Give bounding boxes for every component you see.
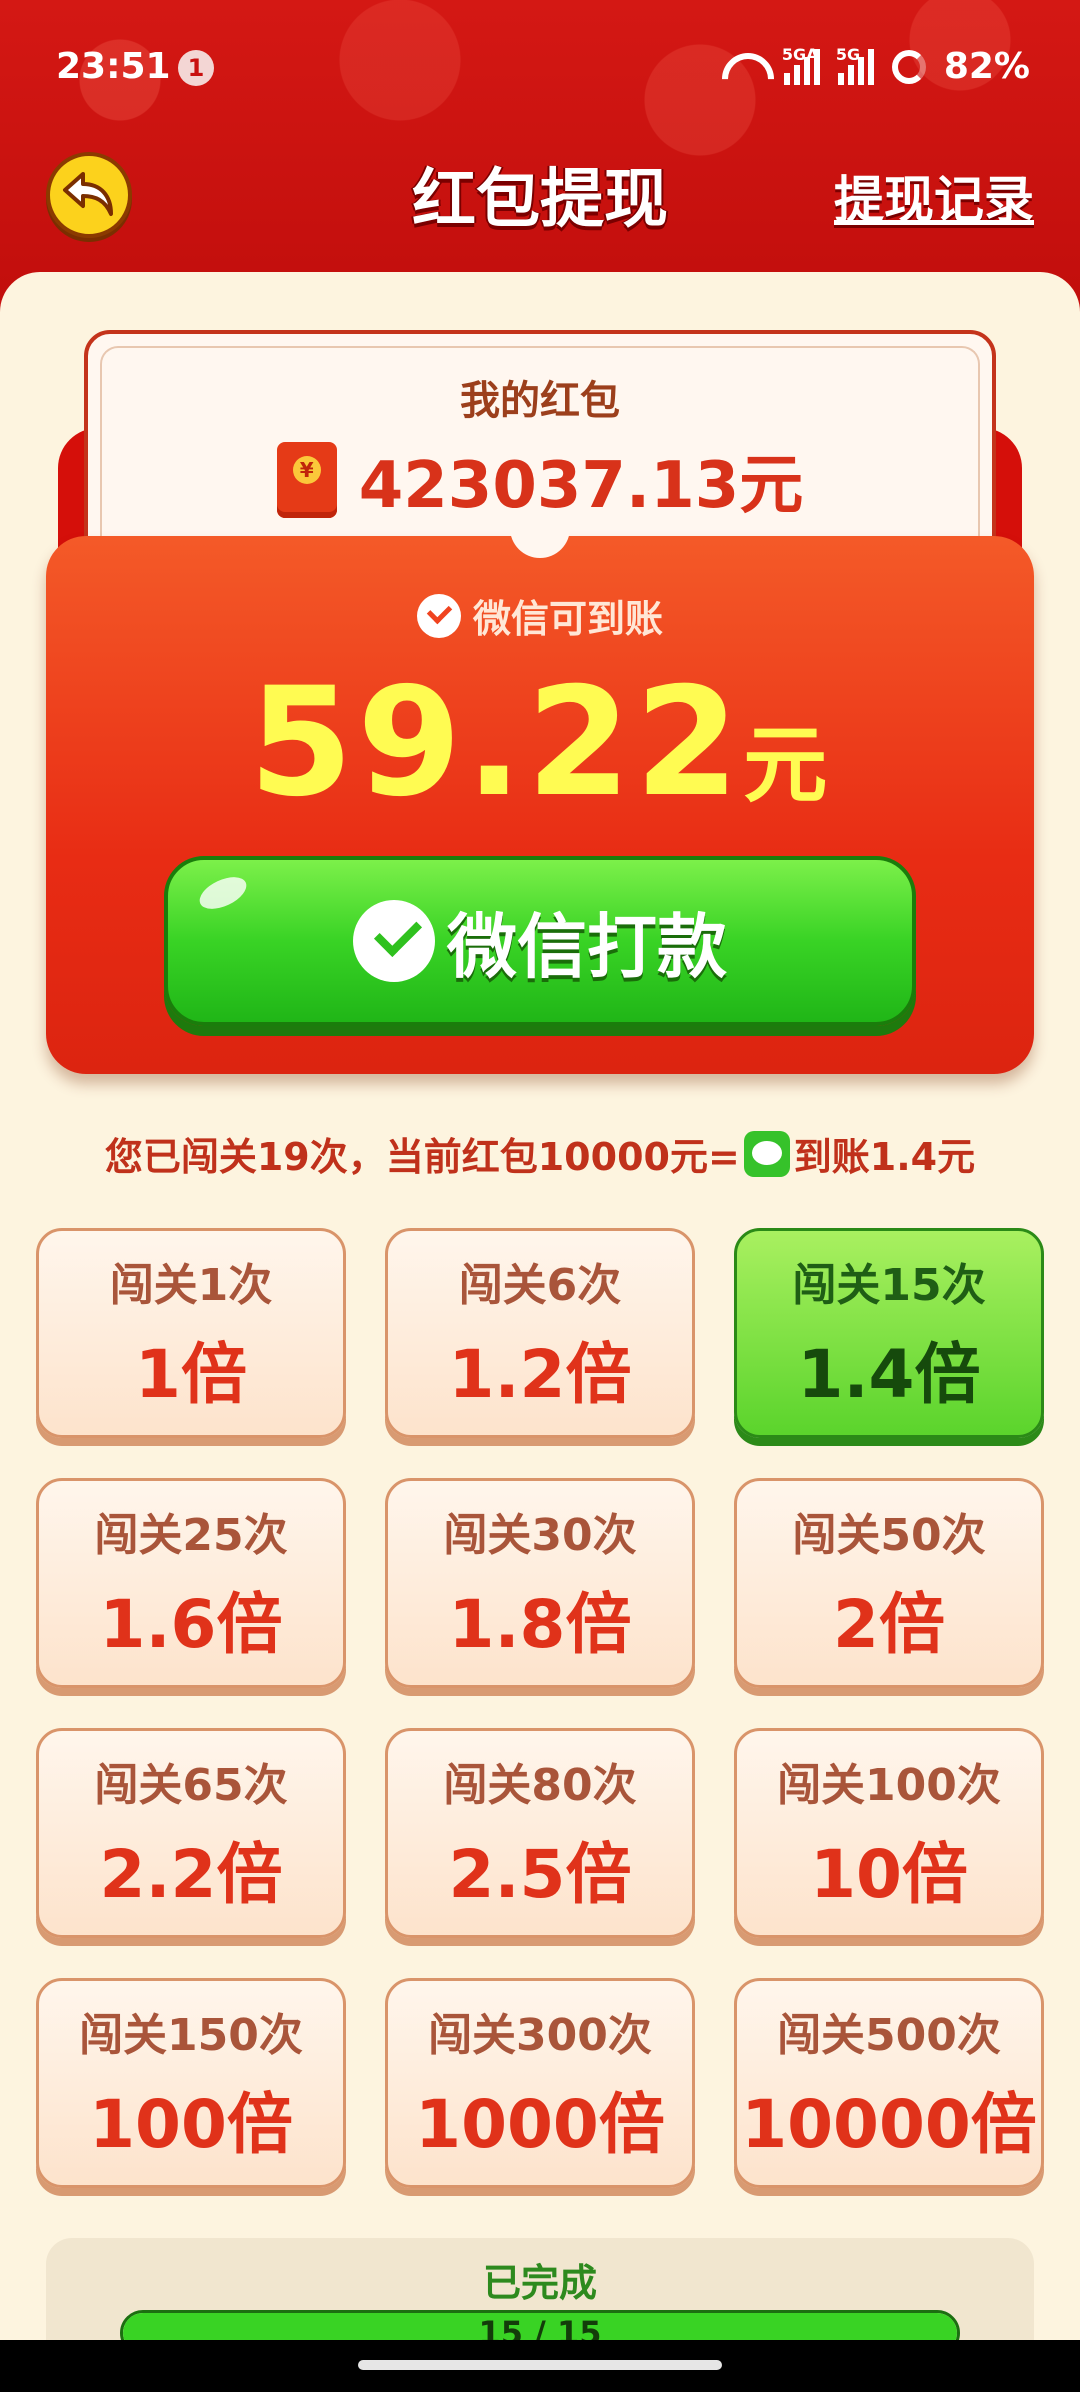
- tier-requirement: 闯关65次: [94, 1760, 288, 1811]
- tier-card[interactable]: 闯关100次 10倍: [734, 1728, 1044, 1938]
- tier-card-active[interactable]: 闯关15次 1.4倍: [734, 1228, 1044, 1438]
- wallet-amount-row: 423037.13元: [88, 434, 992, 526]
- tier-card[interactable]: 闯关150次 100倍: [36, 1978, 346, 2188]
- tier-card[interactable]: 闯关500次 10000倍: [734, 1978, 1044, 2188]
- withdraw-screen: 23:51 1 5GA 5G 82% 红包提现 提现记录 我的红包 4: [0, 0, 1080, 2392]
- signal-label: 5GA: [781, 44, 819, 64]
- tier-requirement: 闯关500次: [777, 2010, 1001, 2061]
- tier-multiplier: 2.5倍: [448, 1836, 632, 1913]
- tier-requirement: 闯关6次: [458, 1260, 622, 1311]
- tier-card[interactable]: 闯关80次 2.5倍: [385, 1728, 695, 1938]
- progress-info-suffix: 到账1.4元: [793, 1135, 976, 1179]
- cash-amount-unit: 元: [743, 716, 832, 814]
- tier-card[interactable]: 闯关65次 2.2倍: [36, 1728, 346, 1938]
- tier-multiplier: 10倍: [810, 1836, 968, 1913]
- tier-card[interactable]: 闯关30次 1.8倍: [385, 1478, 695, 1688]
- status-time: 23:51: [56, 46, 171, 87]
- tier-requirement: 闯关100次: [777, 1760, 1001, 1811]
- cash-card: 微信可到账 59.22元 微信打款: [46, 536, 1034, 1074]
- tier-requirement: 闯关15次: [792, 1260, 986, 1311]
- wechat-icon: [416, 593, 461, 638]
- tier-card[interactable]: 闯关1次 1倍: [36, 1228, 346, 1438]
- tier-multiplier: 1.8倍: [448, 1586, 632, 1663]
- progress-info: 您已闯关19次，当前红包10000元= 到账1.4元: [0, 1126, 1080, 1181]
- battery-icon: [891, 49, 926, 84]
- cash-amount: 59.22元: [46, 656, 1034, 830]
- wechat-pay-button[interactable]: 微信打款: [164, 856, 916, 1026]
- tier-multiplier: 2倍: [833, 1586, 945, 1663]
- wechat-note-text: 微信可到账: [472, 597, 663, 641]
- red-packet-icon: [276, 442, 337, 518]
- tier-multiplier: 1.4倍: [797, 1336, 981, 1413]
- wallet-amount: 423037.13元: [358, 449, 804, 523]
- tier-card[interactable]: 闯关25次 1.6倍: [36, 1478, 346, 1688]
- wallet-label: 我的红包: [460, 378, 620, 424]
- tier-grid: 闯关1次 1倍 闯关6次 1.2倍 闯关15次 1.4倍 闯关25次 1.6倍 闯关30…: [36, 1228, 1044, 2188]
- signal-icon: 5GA: [782, 45, 820, 85]
- tier-multiplier: 1000倍: [415, 2086, 665, 2163]
- wechat-note: 微信可到账: [46, 588, 1034, 643]
- tier-requirement: 闯关80次: [443, 1760, 637, 1811]
- tier-requirement: 闯关25次: [94, 1510, 288, 1561]
- battery-level: 82%: [943, 46, 1030, 87]
- cash-amount-value: 59.22: [248, 656, 744, 830]
- wechat-icon: [743, 1130, 790, 1177]
- tier-requirement: 闯关300次: [428, 2010, 652, 2061]
- pay-button-label: 微信打款: [447, 905, 727, 988]
- tier-card[interactable]: 闯关6次 1.2倍: [385, 1228, 695, 1438]
- tier-multiplier: 10000倍: [741, 2086, 1037, 2163]
- tier-multiplier: 1.2倍: [448, 1336, 632, 1413]
- status-bar: 23:51 1 5GA 5G 82%: [0, 0, 1080, 130]
- signal-icon: 5G: [836, 45, 874, 85]
- tier-requirement: 闯关150次: [79, 2010, 303, 2061]
- tier-multiplier: 100倍: [89, 2086, 293, 2163]
- tier-card[interactable]: 闯关50次 2倍: [734, 1478, 1044, 1688]
- tier-multiplier: 1倍: [135, 1336, 247, 1413]
- completion-label: 已完成: [482, 2261, 597, 2305]
- wifi-icon: [718, 49, 766, 85]
- withdraw-history-link[interactable]: 提现记录: [834, 160, 1034, 232]
- progress-info-prefix: 您已闯关19次，当前红包10000元=: [104, 1135, 740, 1179]
- signal-label: 5G: [835, 44, 861, 64]
- home-gesture-handle[interactable]: [358, 2360, 722, 2370]
- tier-multiplier: 1.6倍: [99, 1586, 283, 1663]
- tier-multiplier: 2.2倍: [99, 1836, 283, 1913]
- tier-requirement: 闯关1次: [109, 1260, 273, 1311]
- system-nav-bar: [0, 2340, 1080, 2392]
- notification-badge: 1: [178, 50, 214, 86]
- wechat-icon: [353, 900, 435, 982]
- tier-card[interactable]: 闯关300次 1000倍: [385, 1978, 695, 2188]
- status-icons: 5GA 5G 82%: [718, 45, 1030, 88]
- tier-requirement: 闯关50次: [792, 1510, 986, 1561]
- tier-requirement: 闯关30次: [443, 1510, 637, 1561]
